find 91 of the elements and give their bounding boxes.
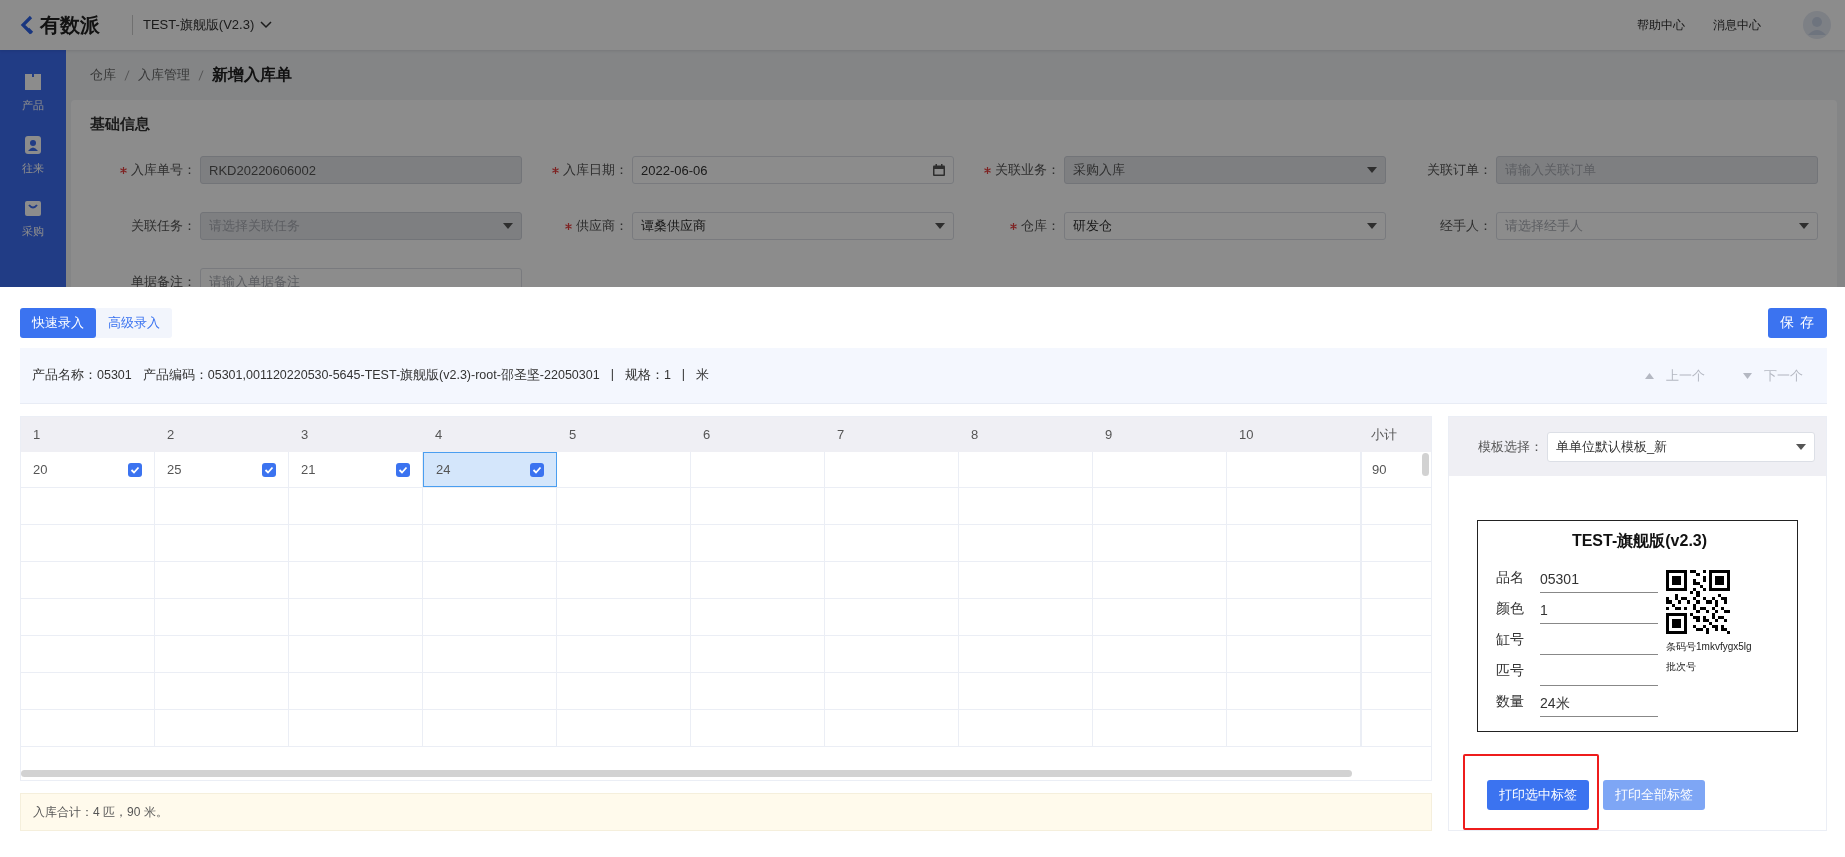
field-label: 单据备注： — [131, 273, 196, 287]
caret-down-icon — [1367, 223, 1377, 229]
field-label: 供应商： — [576, 217, 628, 235]
caret-down-icon — [1367, 167, 1377, 173]
fill-in-line: 24米 — [1540, 692, 1658, 717]
checkbox[interactable] — [396, 462, 410, 477]
field-label: 入库日期： — [563, 161, 628, 179]
horizontal-scrollbar[interactable] — [21, 770, 1352, 777]
breadcrumb-item[interactable]: 入库管理 — [138, 66, 190, 84]
caret-down-icon — [935, 223, 945, 229]
header-link[interactable]: 消息中心 — [1713, 16, 1761, 34]
breadcrumb-separator-icon — [198, 69, 204, 81]
column-header: 9 — [1104, 426, 1114, 444]
save-button[interactable]: 保 存 — [1768, 308, 1827, 338]
calendar-icon — [933, 164, 945, 176]
column-header: 6 — [702, 426, 712, 444]
column-header: 4 — [434, 426, 444, 444]
header-link[interactable]: 帮助中心 — [1637, 16, 1685, 34]
fill-in-line: 05301 — [1540, 568, 1658, 593]
label-title: TEST-旗舰版(v2.3) — [1570, 531, 1709, 551]
select-field[interactable]: 研发仓 — [1064, 212, 1386, 240]
fill-in-line: 1 — [1540, 599, 1658, 624]
breadcrumb-item[interactable]: 仓库 — [90, 66, 116, 84]
required-icon — [1010, 222, 1017, 230]
column-header: 1 — [32, 426, 42, 444]
breadcrumb-separator-icon — [124, 69, 130, 81]
caret-down-icon — [1796, 443, 1806, 450]
template-label: 模板选择： — [1478, 437, 1543, 456]
workspace-switcher[interactable]: TEST-旗舰版(V2.3) — [143, 16, 255, 34]
chevron-down-icon[interactable] — [260, 21, 273, 29]
product-info-text: | — [681, 367, 686, 383]
summary-text: 入库合计：4 匹，90 米。 — [20, 793, 1432, 831]
breadcrumb-item: 新增入库单 — [212, 64, 292, 85]
print-button[interactable]: 打印全部标签 — [1603, 780, 1705, 810]
section-title: 基础信息 — [90, 115, 151, 134]
basket-icon — [23, 198, 43, 218]
column-header: 8 — [970, 426, 980, 444]
sidebar-item[interactable]: 产品 — [22, 72, 44, 113]
table-cell[interactable]: 25 — [155, 452, 289, 487]
template-select[interactable]: 单单位默认模板_新 — [1547, 431, 1815, 462]
caret-down-icon — [503, 223, 513, 229]
label-field-name: 数量 — [1496, 693, 1525, 711]
subtotal-cell: 90 — [1361, 452, 1421, 487]
vertical-scrollbar[interactable] — [1422, 453, 1429, 476]
checkbox[interactable] — [262, 462, 276, 477]
field-label: 关联业务： — [995, 161, 1060, 179]
label-field-name: 匹号 — [1496, 662, 1525, 680]
product-info-text: 米 — [696, 367, 710, 384]
tab[interactable]: 高级录入 — [96, 308, 172, 338]
column-header: 小计 — [1370, 425, 1398, 444]
column-header: 2 — [166, 426, 176, 444]
contact-icon — [23, 135, 43, 155]
logo-icon — [20, 15, 36, 35]
label-field-name: 品名 — [1496, 569, 1525, 587]
field-label: 入库单号： — [131, 161, 196, 179]
batch-label: 批次号 — [1666, 660, 1697, 674]
required-icon — [552, 166, 559, 174]
logo-text: 有数派 — [40, 12, 100, 38]
field-label: 仓库： — [1021, 217, 1060, 235]
sidebar-item[interactable]: 往来 — [22, 135, 44, 176]
checkbox[interactable] — [128, 462, 142, 477]
barcode-text: 条码号1mkvfygx5lg — [1666, 640, 1752, 654]
product-info-text: 产品编码：05301,001120220530-5645-TEST-旗舰版(v2.3)-root-邵圣坚-22050301 — [142, 367, 600, 384]
label-field-name: 缸号 — [1496, 631, 1525, 649]
column-header: 5 — [568, 426, 578, 444]
select-field[interactable]: 谭桑供应商 — [632, 212, 954, 240]
required-icon — [120, 166, 127, 174]
box-icon — [23, 72, 43, 92]
field-label: 经手人： — [1440, 217, 1492, 235]
required-icon — [984, 166, 991, 174]
table-cell[interactable]: 24 — [423, 452, 557, 487]
product-info-text: 规格：1 — [624, 367, 671, 384]
checkbox[interactable] — [530, 462, 544, 477]
required-icon — [565, 222, 572, 230]
tab[interactable]: 快速录入 — [20, 308, 96, 338]
caret-down-icon — [1799, 223, 1809, 229]
table-cell[interactable]: 20 — [21, 452, 155, 487]
sidebar-item[interactable]: 采购 — [22, 198, 44, 239]
triangle-down-icon — [1743, 372, 1752, 379]
column-header: 3 — [300, 426, 310, 444]
product-info-text: | — [610, 367, 614, 383]
triangle-up-icon — [1645, 372, 1654, 379]
qr-code-icon — [1666, 570, 1730, 634]
date-field[interactable]: 2022-06-06 — [632, 156, 954, 184]
print-button[interactable]: 打印选中标签 — [1487, 780, 1589, 810]
label-field-name: 颜色 — [1496, 600, 1525, 618]
column-header: 7 — [836, 426, 846, 444]
field-label: 关联订单： — [1427, 161, 1492, 179]
column-header: 10 — [1238, 426, 1255, 444]
product-info-text: 产品名称：05301 — [32, 367, 132, 384]
field-label: 关联任务： — [131, 217, 196, 235]
